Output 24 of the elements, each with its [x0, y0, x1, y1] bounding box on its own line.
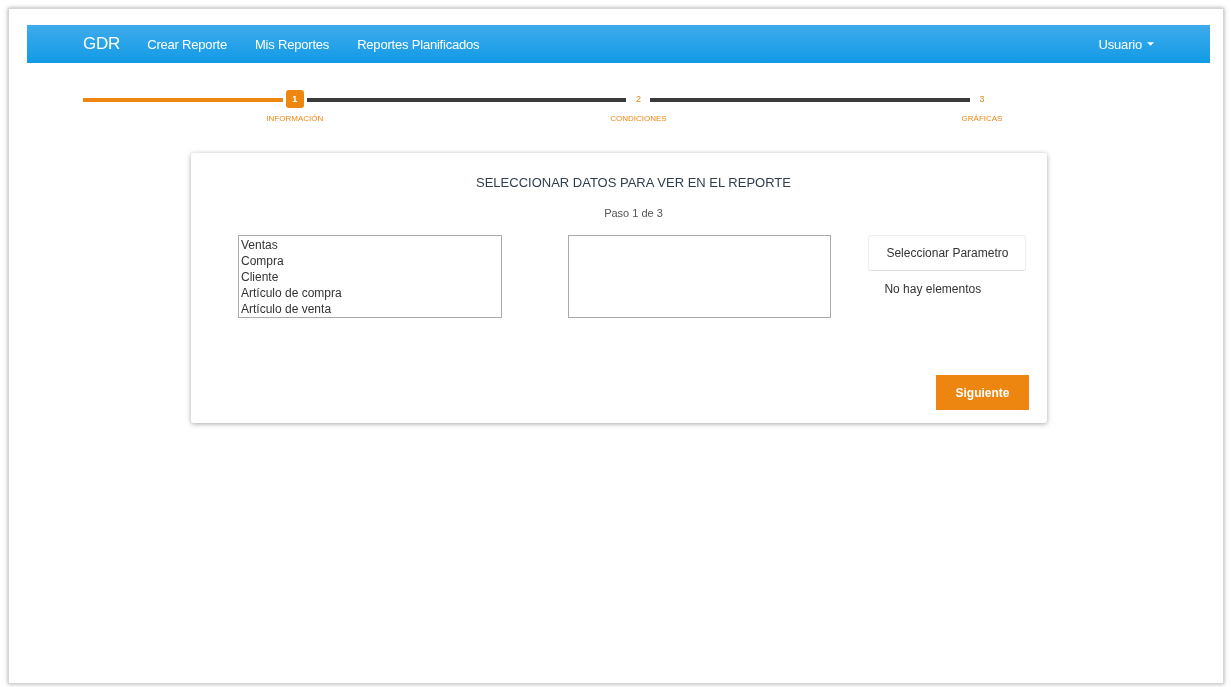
caret-icon — [1147, 42, 1154, 46]
list-option[interactable]: Ventas — [241, 237, 499, 253]
card-title: SELECCIONAR DATOS PARA VER EN EL REPORTE — [475, 175, 792, 190]
list-option[interactable]: Artículo de compra — [241, 285, 499, 301]
nav-link[interactable]: Reportes Planificados — [357, 36, 480, 52]
next-button[interactable]: Siguiente — [936, 375, 1029, 410]
step-label: GRÁFICAS — [961, 114, 1003, 123]
empty-message: No hay elementos — [884, 282, 983, 296]
list-option[interactable]: Compra — [241, 253, 499, 269]
brand-link[interactable]: GDR — [83, 34, 121, 54]
step-counter: Paso 1 de 3 — [603, 207, 664, 219]
step-number[interactable]: 3 — [973, 90, 991, 108]
step-label: CONDICIONES — [610, 114, 667, 123]
list-option[interactable]: Cliente — [241, 269, 499, 285]
list-box[interactable]: Ventas Compra Cliente Artículo de compra Artículo de venta — [238, 235, 502, 318]
nav-link[interactable]: Mis Reportes — [254, 36, 330, 52]
list-box[interactable] — [567, 235, 832, 318]
select-parameter-button[interactable]: Seleccionar Parametro — [868, 235, 1027, 271]
list-option[interactable]: Artículo de venta — [241, 301, 499, 317]
step-label: INFORMACIÓN — [266, 114, 324, 123]
step-number[interactable]: 1 — [285, 90, 304, 108]
step-number[interactable]: 2 — [629, 90, 648, 108]
user-menu[interactable]: Usuario — [1098, 36, 1154, 52]
nav-link[interactable]: Crear Reporte — [147, 36, 227, 52]
